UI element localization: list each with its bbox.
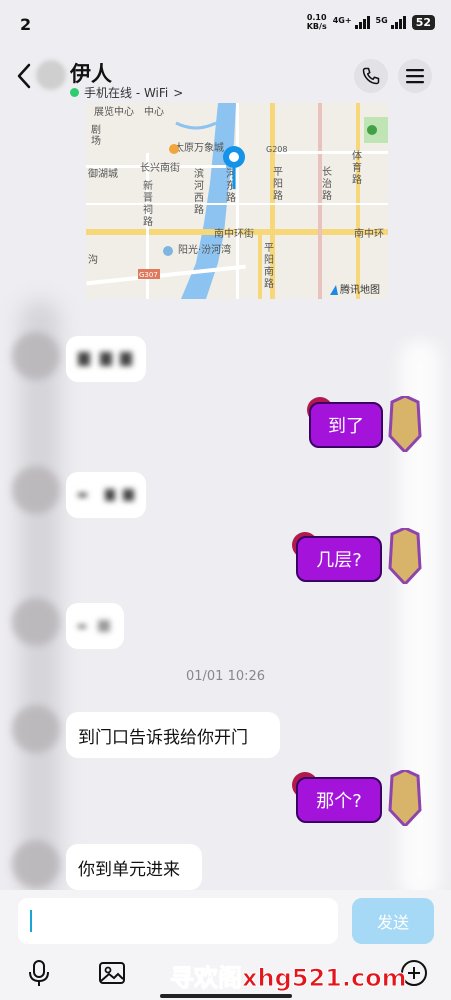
microphone-icon[interactable] bbox=[24, 958, 54, 988]
watermark-text: 寻欢阁xhg521.com bbox=[170, 964, 408, 993]
map-label: 长 bbox=[322, 166, 332, 178]
text-caret bbox=[30, 910, 32, 932]
avatar[interactable] bbox=[12, 466, 60, 514]
send-button[interactable]: 发送 bbox=[352, 898, 434, 944]
map-label: 南中环街 bbox=[214, 227, 254, 240]
chevron-left-icon[interactable] bbox=[14, 62, 34, 90]
message-text: 那个? bbox=[316, 791, 362, 812]
map-label: 中心 bbox=[144, 105, 164, 118]
image-icon[interactable] bbox=[97, 958, 127, 988]
message-bubble-out[interactable]: 到了 bbox=[309, 402, 383, 448]
bubble-frame-icon bbox=[388, 770, 422, 826]
map-label: 路 bbox=[143, 215, 153, 228]
presence-text: 手机在线 - WiFi bbox=[84, 86, 169, 100]
map-brand: 腾讯地图 bbox=[340, 283, 380, 296]
avatar[interactable] bbox=[12, 705, 60, 753]
map-label: 路 bbox=[273, 189, 283, 202]
message-bubble-in[interactable]: 你到单元进来 bbox=[66, 844, 202, 890]
map-label: 南 bbox=[264, 265, 274, 278]
message-bubble-out[interactable]: 那个? bbox=[296, 777, 382, 823]
message-text: 几层? bbox=[316, 550, 362, 571]
map-label: 平 bbox=[264, 243, 274, 254]
menu-button[interactable] bbox=[398, 59, 432, 93]
status-indicators: 0.10 KB/s 4G+ 5G 52 bbox=[307, 13, 435, 31]
online-dot-icon bbox=[70, 88, 79, 97]
signal-5g-icon: 5G bbox=[376, 15, 406, 29]
bubble-frame-icon bbox=[388, 528, 422, 584]
map-label: 河 bbox=[194, 180, 204, 192]
status-bar: 2 0.10 KB/s 4G+ 5G 52 bbox=[0, 0, 451, 44]
map-label: 祠 bbox=[143, 203, 153, 216]
map-label: 长兴南街 bbox=[140, 161, 180, 174]
map-image: 剧 场 展览中心 太原万象城 御湖城 长兴南街 新 晋 祠 路 滨 河 西 路 … bbox=[86, 103, 388, 299]
map-label: 展览中心 bbox=[94, 105, 134, 118]
bubble-frame-icon bbox=[388, 396, 422, 452]
header-avatar[interactable] bbox=[36, 60, 66, 90]
map-label: 西 bbox=[194, 193, 204, 204]
map-label: 路 bbox=[226, 191, 236, 204]
map-label: G307 bbox=[139, 271, 158, 279]
network-speed-unit: KB/s bbox=[306, 22, 327, 31]
avatar[interactable] bbox=[12, 332, 60, 380]
message-timestamp: 01/01 10:26 bbox=[185, 669, 266, 684]
map-label: 御湖城 bbox=[88, 167, 118, 180]
signal-4g-icon: 4G+ bbox=[333, 15, 370, 29]
map-label: 阳光·汾河湾 bbox=[178, 243, 231, 256]
map-label: 阳 bbox=[273, 178, 283, 190]
network-speed: 0.10 KB/s bbox=[307, 13, 327, 31]
phone-icon bbox=[362, 67, 380, 85]
avatar[interactable] bbox=[12, 598, 60, 646]
home-indicator[interactable] bbox=[160, 994, 292, 998]
battery-indicator: 52 bbox=[411, 14, 435, 30]
map-label: 剧 bbox=[91, 124, 101, 136]
presence-chevron: > bbox=[173, 85, 184, 100]
message-bubble-in-redacted[interactable] bbox=[66, 603, 124, 649]
hamburger-menu-icon bbox=[406, 69, 424, 84]
presence-status[interactable]: 手机在线 - WiFi > bbox=[70, 84, 183, 101]
map-label: 治 bbox=[322, 177, 332, 190]
message-input[interactable] bbox=[18, 898, 338, 944]
message-text: 你到单元进来 bbox=[78, 859, 180, 880]
map-label: G208 bbox=[266, 145, 287, 154]
location-map-card[interactable]: 剧 场 展览中心 太原万象城 御湖城 长兴南街 新 晋 祠 路 滨 河 西 路 … bbox=[86, 103, 388, 299]
message-bubble-in[interactable]: 到门口告诉我给你开门 bbox=[66, 712, 280, 758]
status-time: 2 bbox=[20, 15, 32, 34]
message-bubble-in-redacted[interactable] bbox=[66, 472, 146, 518]
message-text: 到门口告诉我给你开门 bbox=[78, 727, 248, 748]
map-label: 体 bbox=[352, 150, 362, 162]
map-label: 育 bbox=[352, 161, 362, 174]
map-label: 阳 bbox=[264, 254, 274, 266]
map-label: 新 bbox=[143, 179, 153, 192]
message-text: 到了 bbox=[328, 416, 364, 437]
message-bubble-out[interactable]: 几层? bbox=[296, 536, 382, 582]
chat-header: 伊人 手机在线 - WiFi > bbox=[0, 44, 451, 108]
map-label: 路 bbox=[194, 203, 204, 216]
network-speed-value: 0.10 bbox=[306, 13, 327, 22]
map-label: 滨 bbox=[194, 167, 204, 180]
map-label: 沟 bbox=[88, 253, 98, 266]
map-label: 场 bbox=[91, 134, 101, 147]
map-label: 路 bbox=[352, 173, 362, 186]
map-label: 晋 bbox=[143, 192, 153, 204]
map-label: 南中环 bbox=[354, 227, 384, 240]
map-label: 路 bbox=[264, 277, 274, 290]
avatar[interactable] bbox=[12, 840, 60, 888]
call-button[interactable] bbox=[354, 59, 388, 93]
message-bubble-in-redacted[interactable] bbox=[66, 336, 146, 382]
map-label: 平 bbox=[273, 167, 283, 178]
map-label: 路 bbox=[322, 189, 332, 202]
map-label: 太原万象城 bbox=[174, 141, 224, 154]
